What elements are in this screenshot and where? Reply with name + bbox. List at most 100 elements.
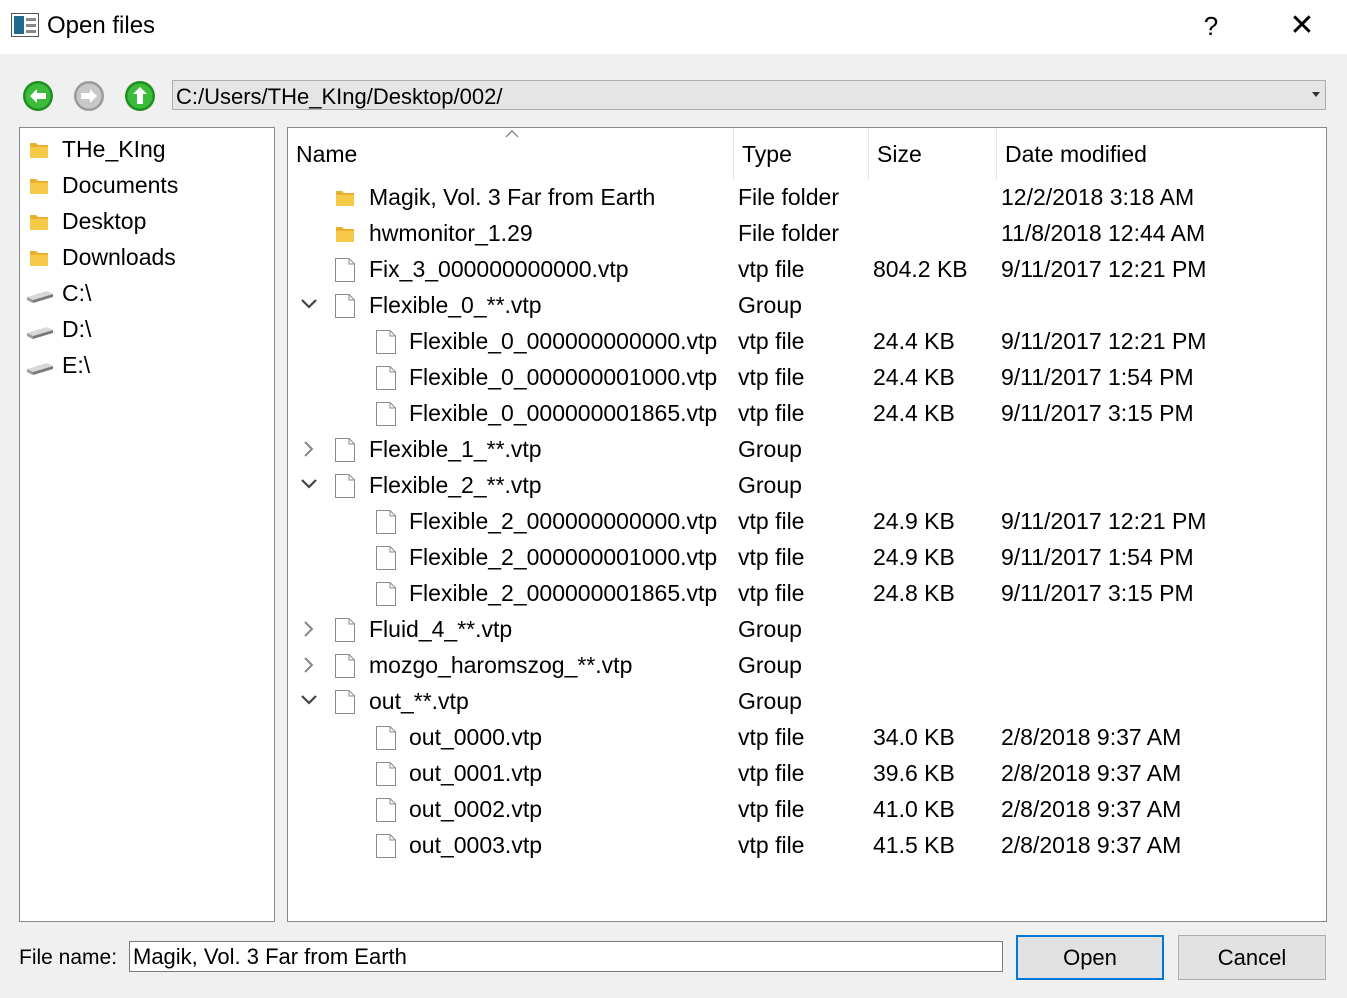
forward-button[interactable] — [73, 80, 105, 112]
sidebar-item[interactable]: THe_KIng — [20, 131, 274, 167]
file-name-cell: out_0001.vtp — [409, 760, 543, 786]
file-row[interactable]: out_0000.vtp vtp file 34.0 KB 2/8/2018 9:37… — [288, 719, 1326, 756]
file-type-cell: Group — [738, 688, 802, 714]
file-list: Name Type Size Date modified Magik, Vol.… — [287, 127, 1327, 922]
file-name-input[interactable]: Magik, Vol. 3 Far from Earth — [129, 941, 1003, 972]
back-button[interactable] — [22, 80, 54, 112]
file-date-cell: 9/11/2017 3:15 PM — [1001, 400, 1194, 426]
file-type-cell: Group — [738, 436, 802, 462]
file-row[interactable]: Flexible_0_000000001865.vtp vtp file 24.4 … — [288, 395, 1326, 432]
file-type-cell: vtp file — [738, 724, 805, 750]
cancel-button[interactable]: Cancel — [1178, 935, 1326, 980]
file-row[interactable]: Fluid_4_**.vtp Group — [288, 611, 1326, 648]
file-name-cell: mozgo_haromszog_**.vtp — [369, 652, 633, 678]
file-row[interactable]: Fix_3_000000000000.vtp vtp file 804.2 KB 9/… — [288, 251, 1326, 288]
column-header-name[interactable]: Name — [288, 128, 734, 180]
file-icon — [334, 617, 356, 648]
file-date-cell: 9/11/2017 1:54 PM — [1001, 544, 1194, 570]
file-name-cell: Magik, Vol. 3 Far from Earth — [369, 184, 656, 210]
path-combobox[interactable]: C:/Users/THe_KIng/Desktop/002/ — [172, 80, 1326, 110]
chevron-down-icon[interactable] — [300, 477, 318, 495]
file-row[interactable]: out_0003.vtp vtp file 41.5 KB 2/8/2018 9:37… — [288, 827, 1326, 864]
file-row[interactable]: Flexible_0_000000000000.vtp vtp file 24.4 … — [288, 323, 1326, 359]
file-icon — [334, 653, 356, 684]
sidebar-item[interactable]: Documents — [20, 167, 274, 203]
file-size-cell: 24.9 KB — [873, 544, 955, 570]
file-name-cell: Flexible_1_**.vtp — [369, 436, 542, 462]
file-size-cell: 24.4 KB — [873, 400, 955, 426]
chevron-down-icon[interactable] — [300, 693, 318, 711]
file-size-cell: 39.6 KB — [873, 760, 955, 786]
file-row[interactable]: hwmonitor_1.29 File folder 11/8/2018 12:44… — [288, 215, 1326, 251]
file-icon — [334, 473, 356, 504]
open-button[interactable]: Open — [1016, 935, 1164, 980]
file-size-cell: 24.9 KB — [873, 508, 955, 534]
file-row[interactable]: Flexible_2_000000001000.vtp vtp file 24.9 … — [288, 539, 1326, 576]
file-date-cell: 9/11/2017 12:21 PM — [1001, 508, 1207, 534]
sidebar-item-label: THe_KIng — [62, 136, 166, 162]
file-date-cell: 9/11/2017 3:15 PM — [1001, 580, 1194, 606]
file-row[interactable]: Flexible_2_**.vtp Group — [288, 467, 1326, 504]
file-icon — [375, 509, 397, 540]
file-row[interactable]: out_0002.vtp vtp file 41.0 KB 2/8/2018 9:37… — [288, 791, 1326, 828]
folder-icon — [334, 187, 356, 214]
file-icon — [375, 833, 397, 864]
file-row[interactable]: out_0001.vtp vtp file 39.6 KB 2/8/2018 9:37… — [288, 755, 1326, 791]
file-date-cell: 9/11/2017 12:21 PM — [1001, 256, 1207, 282]
chevron-right-icon[interactable] — [303, 440, 315, 463]
file-name-cell: Flexible_0_000000000000.vtp — [409, 328, 718, 354]
file-icon — [334, 257, 356, 288]
folder-icon — [334, 223, 356, 250]
file-type-cell: vtp file — [738, 508, 805, 534]
file-name-cell: Flexible_0_000000001000.vtp — [409, 364, 718, 390]
path-text: C:/Users/THe_KIng/Desktop/002/ — [176, 84, 503, 109]
file-row[interactable]: Magik, Vol. 3 Far from Earth File folder 1… — [288, 179, 1326, 215]
chevron-right-icon[interactable] — [303, 656, 315, 679]
file-type-cell: vtp file — [738, 832, 805, 858]
dropdown-arrow-icon[interactable] — [1312, 92, 1320, 97]
file-icon — [375, 797, 397, 828]
file-row[interactable]: Flexible_1_**.vtp Group — [288, 431, 1326, 467]
column-header-type[interactable]: Type — [734, 128, 869, 180]
sidebar-item[interactable]: D:\ — [20, 311, 274, 347]
column-date-label: Date modified — [1005, 141, 1147, 167]
back-arrow-icon — [23, 81, 53, 111]
sidebar-item-label: D:\ — [62, 316, 92, 342]
file-row[interactable]: out_**.vtp Group — [288, 683, 1326, 719]
file-size-cell: 41.5 KB — [873, 832, 955, 858]
file-type-cell: vtp file — [738, 544, 805, 570]
column-header-size[interactable]: Size — [869, 128, 997, 180]
sidebar-item[interactable]: Downloads — [20, 239, 274, 275]
file-row[interactable]: Flexible_0_**.vtp Group — [288, 287, 1326, 323]
file-row[interactable]: Flexible_2_000000000000.vtp vtp file 24.9 … — [288, 503, 1326, 540]
file-date-cell: 12/2/2018 3:18 AM — [1001, 184, 1195, 210]
sidebar-item-label: Documents — [62, 172, 179, 198]
file-name-cell: Flexible_2_000000001000.vtp — [409, 544, 718, 570]
drive-icon — [25, 321, 55, 348]
file-icon — [375, 545, 397, 576]
file-type-cell: vtp file — [738, 580, 805, 606]
close-button[interactable]: ✕ — [1282, 8, 1322, 44]
file-icon — [375, 725, 397, 756]
sidebar-item[interactable]: E:\ — [20, 347, 274, 383]
file-row[interactable]: Flexible_2_000000001865.vtp vtp file 24.8 … — [288, 575, 1326, 611]
sidebar-item-label: C:\ — [62, 280, 92, 306]
app-icon — [11, 13, 39, 37]
sidebar-item[interactable]: C:\ — [20, 275, 274, 311]
column-name-label: Name — [296, 141, 358, 167]
file-name-cell: Flexible_2_000000001865.vtp — [409, 580, 718, 606]
chevron-right-icon[interactable] — [303, 620, 315, 643]
column-header-date[interactable]: Date modified — [997, 128, 1326, 180]
up-button[interactable] — [124, 80, 156, 112]
help-button[interactable]: ? — [1196, 8, 1226, 44]
chevron-down-icon[interactable] — [300, 297, 318, 315]
file-icon — [375, 401, 397, 432]
file-type-cell: Group — [738, 472, 802, 498]
drive-icon — [25, 357, 55, 384]
title-bar: Open files ? ✕ — [0, 0, 1347, 54]
file-row[interactable]: mozgo_haromszog_**.vtp Group — [288, 647, 1326, 684]
sidebar-item[interactable]: Desktop — [20, 203, 274, 239]
file-row[interactable]: Flexible_0_000000001000.vtp vtp file 24.4 … — [288, 359, 1326, 395]
folder-icon — [28, 211, 50, 238]
file-name-value: Magik, Vol. 3 Far from Earth — [133, 944, 407, 969]
